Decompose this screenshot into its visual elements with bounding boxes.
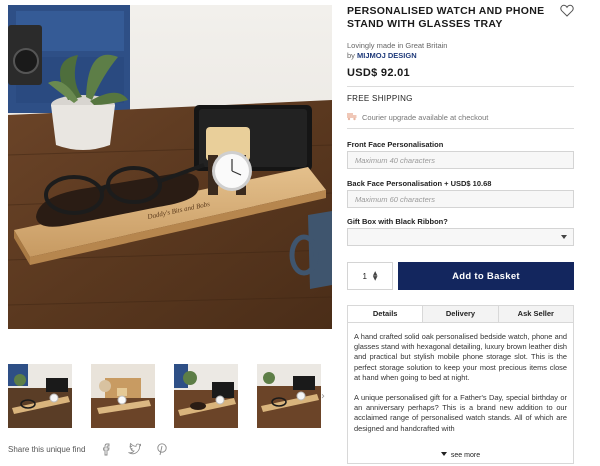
quantity-value: 1 xyxy=(362,271,367,281)
seller-link[interactable]: MIJMOJ DESIGN xyxy=(357,51,417,60)
product-info-tabs: Details Delivery Ask Seller A hand craft… xyxy=(347,305,574,464)
thumbnail-4-image xyxy=(257,364,321,428)
delivery-truck-icon xyxy=(347,108,357,126)
details-paragraph: A unique personalised gift for a Father'… xyxy=(354,393,567,433)
tab-delivery[interactable]: Delivery xyxy=(422,306,498,322)
quantity-stepper[interactable]: 1 ▲ ▼ xyxy=(347,262,393,290)
caret-down-icon xyxy=(440,452,447,456)
by-prefix: by xyxy=(347,51,355,60)
twitter-icon[interactable] xyxy=(127,442,143,456)
shipping-note-row: Courier upgrade available at checkout xyxy=(347,108,488,126)
thumbnail-strip: › xyxy=(8,364,332,430)
back-personalisation-input[interactable] xyxy=(347,190,574,208)
main-product-image[interactable]: Daddy's Bits and Bobs xyxy=(8,5,332,329)
thumbnail-1[interactable] xyxy=(8,364,72,428)
seller-byline: by MIJMOJ DESIGN xyxy=(347,51,417,60)
thumbnail-next-icon[interactable]: › xyxy=(321,391,325,402)
stepper-arrows-icon[interactable]: ▲ ▼ xyxy=(373,271,378,282)
facebook-icon[interactable] xyxy=(99,442,113,456)
product-price: USD$ 92.01 xyxy=(347,67,410,79)
thumbnail-3[interactable] xyxy=(174,364,238,428)
thumbnail-2-image xyxy=(91,364,155,428)
thumbnail-2[interactable] xyxy=(91,364,155,428)
shipping-note: Courier upgrade available at checkout xyxy=(362,112,489,122)
back-personalisation-label: Back Face Personalisation + USD$ 10.68 xyxy=(347,179,492,188)
heart-icon[interactable] xyxy=(560,4,574,17)
gift-box-select[interactable] xyxy=(347,228,574,246)
front-personalisation-label: Front Face Personalisation xyxy=(347,140,444,149)
tab-ask-seller[interactable]: Ask Seller xyxy=(497,306,573,322)
pinterest-icon[interactable] xyxy=(155,442,169,456)
chevron-down-icon xyxy=(561,235,567,239)
shipping-title: FREE SHIPPING xyxy=(347,94,413,103)
share-label: Share this unique find xyxy=(8,444,86,454)
tab-details[interactable]: Details xyxy=(348,306,423,322)
product-photo-illustration: Daddy's Bits and Bobs xyxy=(8,5,332,329)
text-fade-overlay xyxy=(354,430,567,448)
tab-bar: Details Delivery Ask Seller xyxy=(348,306,573,323)
thumbnail-3-image xyxy=(174,364,238,428)
share-row: Share this unique find xyxy=(8,440,169,458)
thumbnail-4[interactable] xyxy=(257,364,321,428)
add-to-basket-button[interactable]: Add to Basket xyxy=(398,262,574,290)
thumbnail-1-image xyxy=(8,364,72,428)
divider xyxy=(347,86,574,87)
see-more-link[interactable]: see more xyxy=(348,452,573,459)
product-tagline: Lovingly made in Great Britain xyxy=(347,41,448,50)
product-title: PERSONALISED WATCH AND PHONE STAND WITH … xyxy=(347,5,545,30)
details-paragraph: A hand crafted solid oak personalised be… xyxy=(354,332,567,382)
details-content: A hand crafted solid oak personalised be… xyxy=(354,332,567,448)
see-more-label: see more xyxy=(450,452,481,459)
front-personalisation-input[interactable] xyxy=(347,151,574,169)
gift-box-label: Gift Box with Black Ribbon? xyxy=(347,217,448,226)
divider xyxy=(347,128,574,129)
